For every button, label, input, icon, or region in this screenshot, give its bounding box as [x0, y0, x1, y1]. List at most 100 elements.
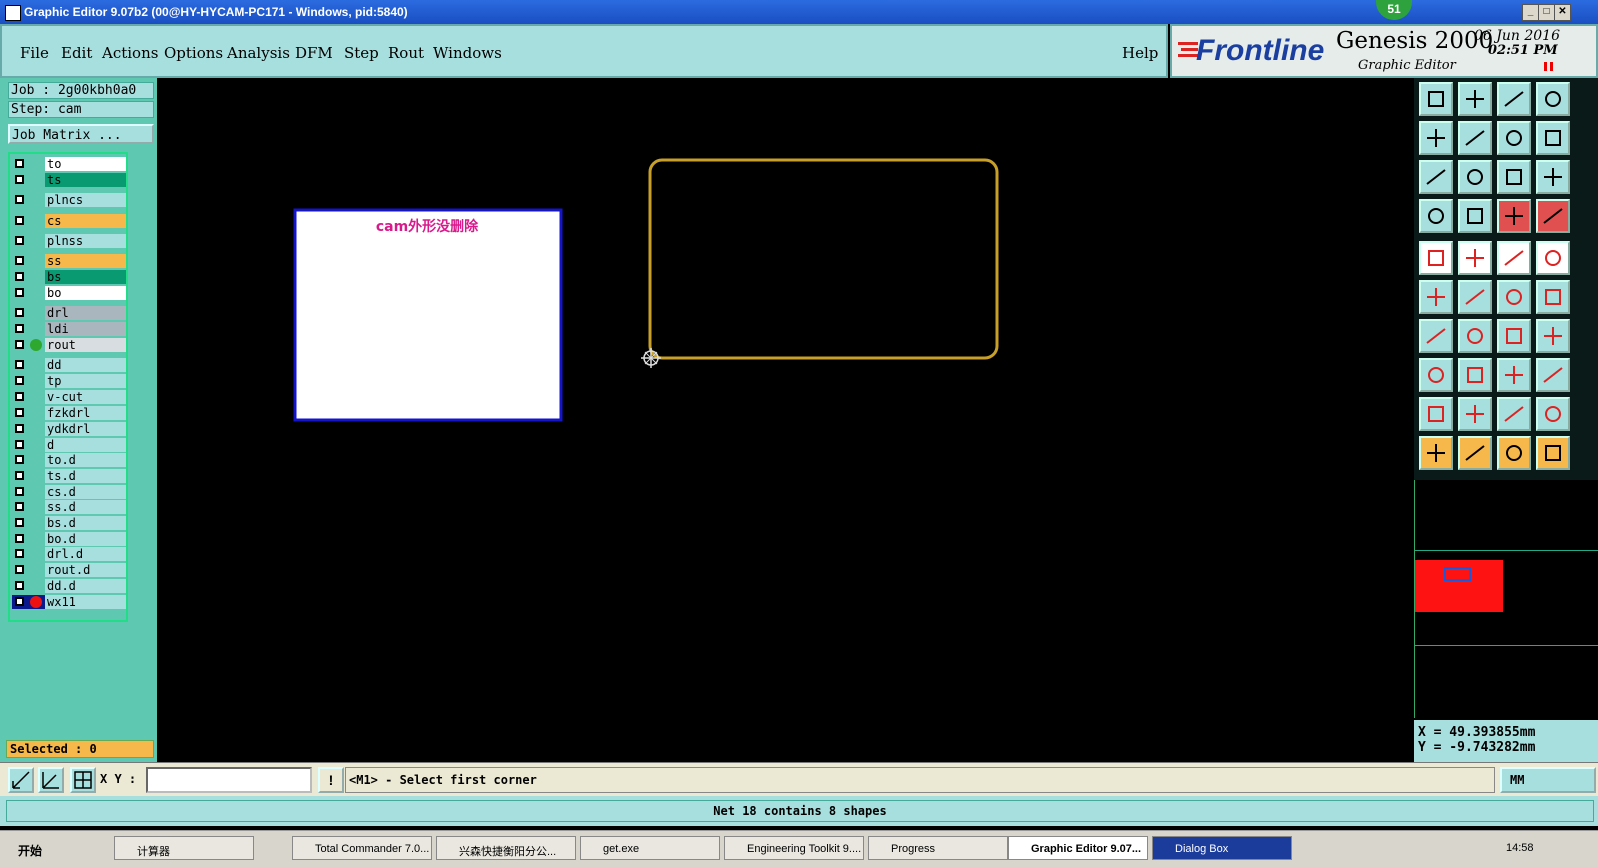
- graphic-canvas[interactable]: cam外形没删除: [157, 78, 1414, 762]
- layer-checkbox[interactable]: [15, 549, 24, 558]
- menu-file[interactable]: File: [20, 44, 49, 62]
- layer-name[interactable]: rout: [45, 338, 126, 352]
- grid-icon[interactable]: [70, 767, 96, 793]
- menu-rout[interactable]: Rout: [388, 44, 424, 62]
- layer-name[interactable]: plnss: [45, 234, 126, 248]
- layer-name[interactable]: bs: [45, 270, 126, 284]
- layer-checkbox[interactable]: [15, 288, 24, 297]
- layer-checkbox[interactable]: [15, 534, 24, 543]
- fit-box-icon[interactable]: [1497, 358, 1531, 392]
- layer-row-rout-d[interactable]: rout.d: [12, 563, 126, 577]
- layer-row-dd[interactable]: dd: [12, 358, 126, 372]
- pad-icon[interactable]: [1536, 241, 1570, 275]
- layer-probe2-icon[interactable]: [1536, 199, 1570, 233]
- zoom-home-icon[interactable]: [1419, 82, 1453, 116]
- layer-row-drl[interactable]: drl: [12, 306, 126, 320]
- help-icon[interactable]: [1536, 160, 1570, 194]
- box-icon[interactable]: [1458, 241, 1492, 275]
- minimize-button[interactable]: _: [1522, 4, 1539, 21]
- task-calculator[interactable]: 计算器: [114, 836, 254, 860]
- layer-checkbox[interactable]: [15, 308, 24, 317]
- layer-name[interactable]: ydkdrl: [45, 422, 126, 436]
- layer-name[interactable]: plncs: [45, 193, 126, 207]
- layer-name[interactable]: v-cut: [45, 390, 126, 404]
- layer-checkbox[interactable]: [15, 195, 24, 204]
- window-icon[interactable]: [1536, 82, 1570, 116]
- layer-name[interactable]: rout.d: [45, 563, 126, 577]
- flip-icon[interactable]: [1536, 121, 1570, 155]
- slope-icon[interactable]: [1458, 319, 1492, 353]
- job-matrix-button[interactable]: Job Matrix ...: [8, 124, 154, 144]
- layer-name[interactable]: drl: [45, 306, 126, 320]
- trim-icon[interactable]: [1458, 358, 1492, 392]
- layer-row-plncs[interactable]: plncs: [12, 193, 126, 207]
- layer-checkbox[interactable]: [15, 340, 24, 349]
- mirror-icon[interactable]: [1536, 319, 1570, 353]
- connect-icon[interactable]: [1458, 199, 1492, 233]
- zoom-out-icon[interactable]: [1458, 82, 1492, 116]
- layer-name[interactable]: dd.d: [45, 579, 126, 593]
- route-icon[interactable]: [1419, 280, 1453, 314]
- layer-probe-icon[interactable]: [1497, 199, 1531, 233]
- scale-icon[interactable]: [1497, 160, 1531, 194]
- layer-checkbox[interactable]: [15, 440, 24, 449]
- layer-name[interactable]: to.d: [45, 453, 126, 467]
- layer-name[interactable]: drl.d: [45, 547, 126, 561]
- camera-icon[interactable]: [1419, 241, 1453, 275]
- ruler-icon[interactable]: [1497, 241, 1531, 275]
- layer-row-bs-d[interactable]: bs.d: [12, 516, 126, 530]
- alert-icon[interactable]: !: [318, 767, 344, 793]
- layer-name[interactable]: dd: [45, 358, 126, 372]
- menu-options[interactable]: Options: [164, 44, 223, 62]
- layer-row-v-cut[interactable]: v-cut: [12, 390, 126, 404]
- pan-left-icon[interactable]: [1419, 121, 1453, 155]
- layer-checkbox[interactable]: [15, 424, 24, 433]
- task-graphic-editor[interactable]: Graphic Editor 9.07...: [1008, 836, 1148, 860]
- layer-row-fzkdrl[interactable]: fzkdrl: [12, 406, 126, 420]
- layer-checkbox[interactable]: [15, 392, 24, 401]
- undo-icon[interactable]: [1497, 319, 1531, 353]
- task-dialog-box[interactable]: Dialog Box: [1152, 836, 1292, 860]
- layer-row-cs-d[interactable]: cs.d: [12, 485, 126, 499]
- redraw-icon[interactable]: [1497, 121, 1531, 155]
- layer-row-dd-d[interactable]: dd.d: [12, 579, 126, 593]
- layer-row-ydkdrl[interactable]: ydkdrl: [12, 422, 126, 436]
- layer-checkbox[interactable]: [15, 236, 24, 245]
- text-b-icon[interactable]: [1497, 397, 1531, 431]
- pointer-icon[interactable]: [1419, 436, 1453, 470]
- layer-checkbox[interactable]: [15, 324, 24, 333]
- maximize-button[interactable]: □: [1538, 4, 1555, 21]
- layer-checkbox[interactable]: [15, 376, 24, 385]
- task-progress[interactable]: Progress: [868, 836, 1008, 860]
- fit-icon[interactable]: [1419, 160, 1453, 194]
- layer-row-ss-d[interactable]: ss.d: [12, 500, 126, 514]
- layer-row-bo-d[interactable]: bo.d: [12, 532, 126, 546]
- board-outline[interactable]: [648, 158, 999, 360]
- pause-icon[interactable]: [1544, 62, 1553, 71]
- task-total-commander[interactable]: Total Commander 7.0...: [292, 836, 432, 860]
- layer-name[interactable]: d: [45, 438, 126, 452]
- menu-step[interactable]: Step: [344, 44, 379, 62]
- layer-row-drl-d[interactable]: drl.d: [12, 547, 126, 561]
- layer-checkbox[interactable]: [15, 518, 24, 527]
- pointer2-icon[interactable]: [1458, 436, 1492, 470]
- nav-viewport[interactable]: [1415, 560, 1503, 612]
- layer-checkbox[interactable]: [15, 471, 24, 480]
- layer-checkbox[interactable]: [15, 597, 24, 606]
- layer-name[interactable]: bo.d: [45, 532, 126, 546]
- menu-actions[interactable]: Actions: [102, 44, 158, 62]
- line-add2-icon[interactable]: [1536, 280, 1570, 314]
- group-icon[interactable]: [1536, 358, 1570, 392]
- layer-name[interactable]: ts: [45, 173, 126, 187]
- layer-name[interactable]: ss: [45, 254, 126, 268]
- text-a-icon[interactable]: [1458, 397, 1492, 431]
- layer-name[interactable]: to: [45, 157, 126, 171]
- layer-checkbox[interactable]: [15, 455, 24, 464]
- task-engineering-toolkit[interactable]: Engineering Toolkit 9....: [724, 836, 864, 860]
- layer-row-ss[interactable]: ss: [12, 254, 126, 268]
- layer-checkbox[interactable]: [15, 502, 24, 511]
- layer-name[interactable]: bo: [45, 286, 126, 300]
- layer-row-to[interactable]: to: [12, 157, 126, 171]
- layer-checkbox[interactable]: [15, 408, 24, 417]
- layer-checkbox[interactable]: [15, 360, 24, 369]
